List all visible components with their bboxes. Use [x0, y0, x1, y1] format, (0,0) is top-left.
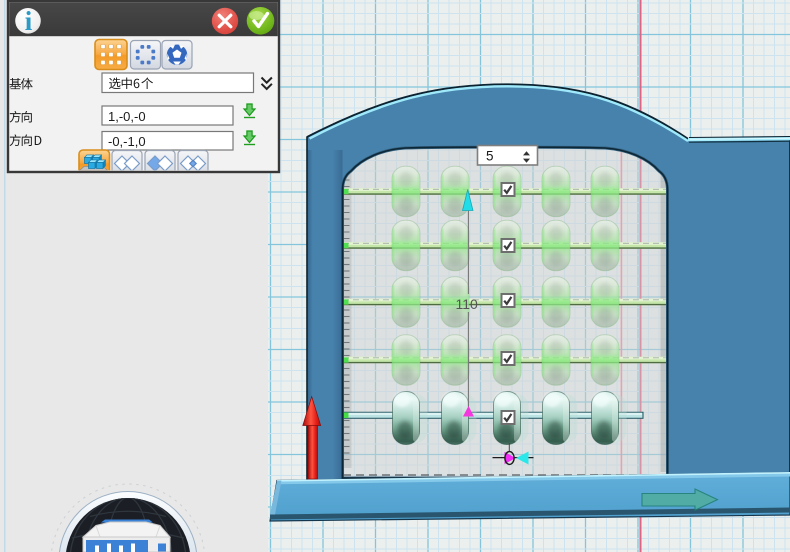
svg-text:i: i — [25, 6, 33, 36]
svg-text:110: 110 — [456, 296, 479, 312]
svg-text:5: 5 — [486, 149, 494, 164]
svg-text:-0,-1,0: -0,-1,0 — [108, 134, 146, 149]
svg-text:1,-0,-0: 1,-0,-0 — [108, 109, 146, 124]
